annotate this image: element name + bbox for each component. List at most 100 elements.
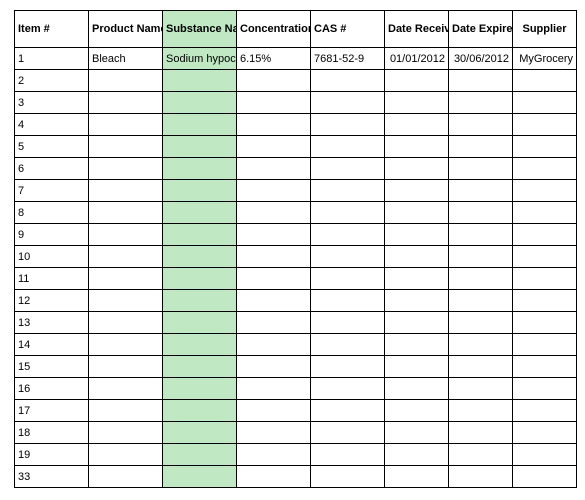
cell-substance[interactable] <box>163 334 237 356</box>
cell-cas[interactable] <box>311 224 385 246</box>
cell-item[interactable]: 4 <box>15 114 89 136</box>
cell-received[interactable] <box>385 158 449 180</box>
cell-supplier[interactable] <box>513 444 577 466</box>
cell-cas[interactable] <box>311 202 385 224</box>
cell-received[interactable] <box>385 422 449 444</box>
cell-expired[interactable] <box>449 312 513 334</box>
cell-cas[interactable] <box>311 246 385 268</box>
cell-expired[interactable] <box>449 180 513 202</box>
cell-concentration[interactable] <box>237 268 311 290</box>
cell-substance[interactable] <box>163 356 237 378</box>
cell-cas[interactable] <box>311 334 385 356</box>
cell-substance[interactable] <box>163 180 237 202</box>
cell-substance[interactable] <box>163 246 237 268</box>
cell-item[interactable]: 3 <box>15 92 89 114</box>
cell-expired[interactable] <box>449 158 513 180</box>
cell-item[interactable]: 11 <box>15 268 89 290</box>
cell-product[interactable] <box>89 334 163 356</box>
cell-product[interactable] <box>89 268 163 290</box>
cell-product[interactable] <box>89 114 163 136</box>
cell-concentration[interactable] <box>237 158 311 180</box>
cell-item[interactable]: 15 <box>15 356 89 378</box>
cell-cas[interactable] <box>311 180 385 202</box>
cell-item[interactable]: 16 <box>15 378 89 400</box>
cell-item[interactable]: 17 <box>15 400 89 422</box>
cell-concentration[interactable] <box>237 136 311 158</box>
cell-expired[interactable] <box>449 70 513 92</box>
cell-received[interactable] <box>385 334 449 356</box>
cell-supplier[interactable] <box>513 400 577 422</box>
cell-received[interactable] <box>385 224 449 246</box>
cell-cas[interactable] <box>311 466 385 488</box>
cell-expired[interactable] <box>449 224 513 246</box>
cell-expired[interactable] <box>449 136 513 158</box>
cell-received[interactable] <box>385 356 449 378</box>
cell-substance[interactable] <box>163 70 237 92</box>
cell-cas[interactable] <box>311 268 385 290</box>
cell-concentration[interactable] <box>237 70 311 92</box>
cell-item[interactable]: 18 <box>15 422 89 444</box>
cell-supplier[interactable] <box>513 334 577 356</box>
cell-concentration[interactable] <box>237 202 311 224</box>
cell-product[interactable] <box>89 224 163 246</box>
cell-concentration[interactable] <box>237 400 311 422</box>
cell-received[interactable] <box>385 136 449 158</box>
cell-item[interactable]: 5 <box>15 136 89 158</box>
cell-substance[interactable]: Sodium hypochlorite <box>163 48 237 70</box>
cell-cas[interactable]: 7681-52-9 <box>311 48 385 70</box>
cell-received[interactable] <box>385 92 449 114</box>
cell-concentration[interactable] <box>237 422 311 444</box>
cell-supplier[interactable] <box>513 70 577 92</box>
cell-product[interactable] <box>89 466 163 488</box>
cell-concentration[interactable] <box>237 312 311 334</box>
cell-cas[interactable] <box>311 114 385 136</box>
cell-product[interactable] <box>89 202 163 224</box>
cell-expired[interactable]: 30/06/2012 <box>449 48 513 70</box>
cell-expired[interactable] <box>449 444 513 466</box>
cell-received[interactable] <box>385 180 449 202</box>
cell-cas[interactable] <box>311 400 385 422</box>
cell-substance[interactable] <box>163 312 237 334</box>
cell-received[interactable] <box>385 202 449 224</box>
cell-expired[interactable] <box>449 356 513 378</box>
cell-substance[interactable] <box>163 114 237 136</box>
cell-supplier[interactable] <box>513 356 577 378</box>
cell-cas[interactable] <box>311 158 385 180</box>
cell-received[interactable] <box>385 378 449 400</box>
cell-supplier[interactable] <box>513 246 577 268</box>
cell-cas[interactable] <box>311 356 385 378</box>
cell-item[interactable]: 8 <box>15 202 89 224</box>
cell-substance[interactable] <box>163 202 237 224</box>
cell-cas[interactable] <box>311 136 385 158</box>
cell-supplier[interactable] <box>513 378 577 400</box>
cell-item[interactable]: 1 <box>15 48 89 70</box>
cell-supplier[interactable] <box>513 466 577 488</box>
cell-cas[interactable] <box>311 378 385 400</box>
cell-product[interactable]: Bleach <box>89 48 163 70</box>
cell-received[interactable] <box>385 70 449 92</box>
cell-received[interactable] <box>385 400 449 422</box>
cell-substance[interactable] <box>163 158 237 180</box>
cell-product[interactable] <box>89 356 163 378</box>
cell-substance[interactable] <box>163 466 237 488</box>
cell-product[interactable] <box>89 136 163 158</box>
cell-concentration[interactable] <box>237 356 311 378</box>
cell-concentration[interactable] <box>237 290 311 312</box>
cell-concentration[interactable] <box>237 444 311 466</box>
cell-expired[interactable] <box>449 114 513 136</box>
cell-expired[interactable] <box>449 268 513 290</box>
cell-concentration[interactable] <box>237 378 311 400</box>
cell-expired[interactable] <box>449 466 513 488</box>
cell-substance[interactable] <box>163 422 237 444</box>
cell-concentration[interactable] <box>237 114 311 136</box>
cell-supplier[interactable] <box>513 92 577 114</box>
cell-concentration[interactable] <box>237 224 311 246</box>
cell-concentration[interactable] <box>237 246 311 268</box>
cell-cas[interactable] <box>311 70 385 92</box>
cell-item[interactable]: 9 <box>15 224 89 246</box>
cell-received[interactable] <box>385 290 449 312</box>
cell-substance[interactable] <box>163 444 237 466</box>
cell-expired[interactable] <box>449 246 513 268</box>
cell-received[interactable] <box>385 268 449 290</box>
cell-product[interactable] <box>89 444 163 466</box>
